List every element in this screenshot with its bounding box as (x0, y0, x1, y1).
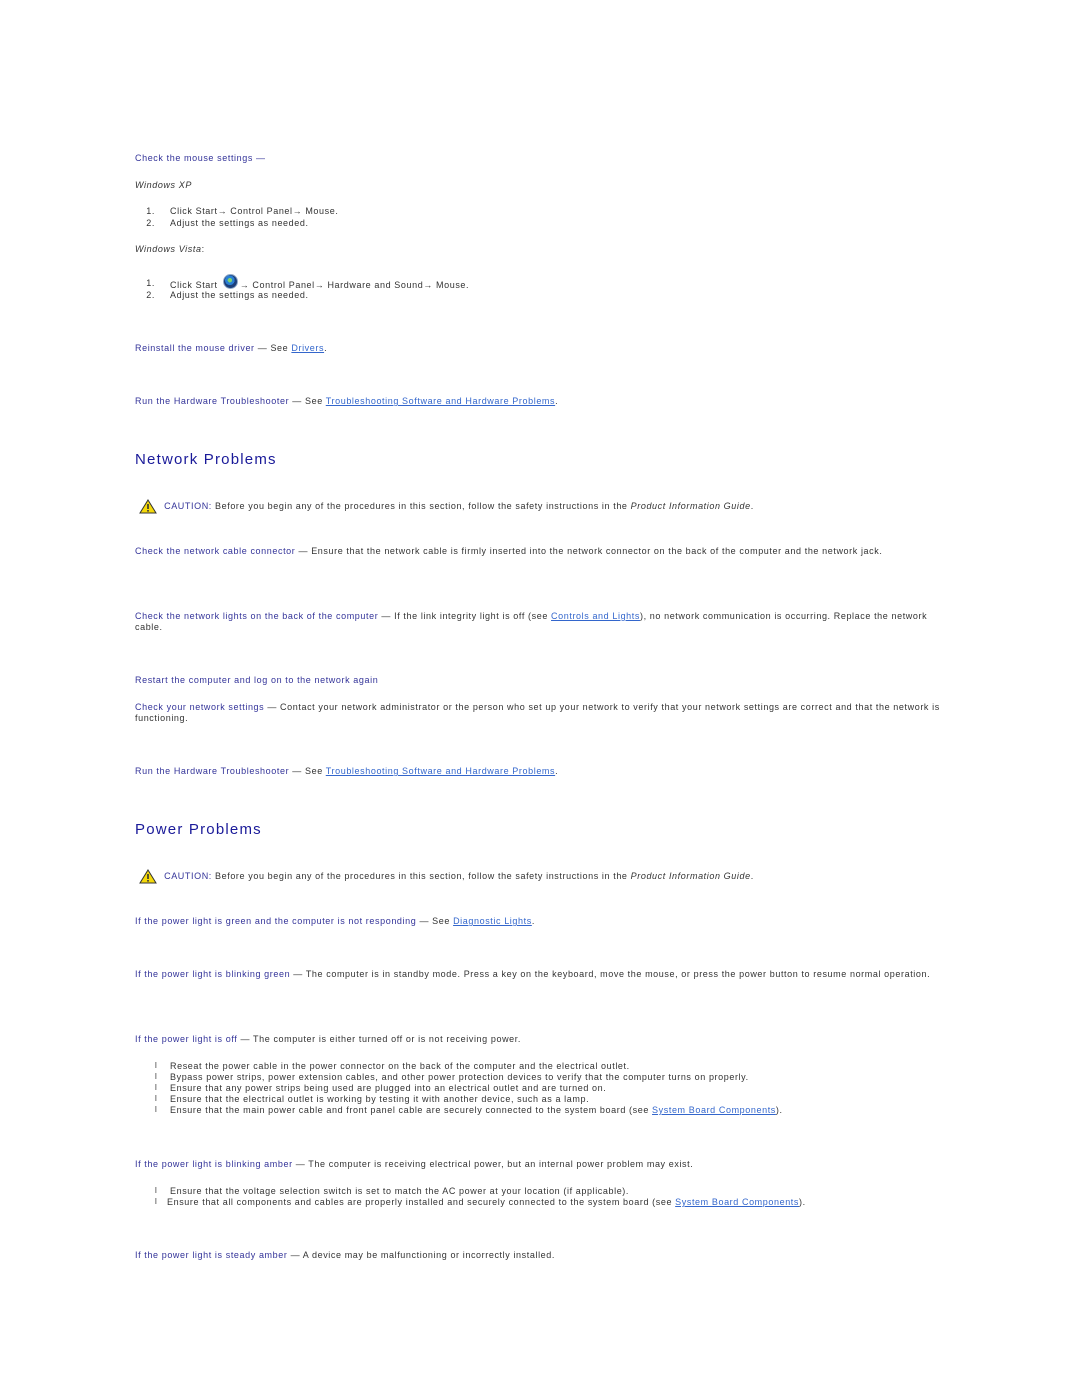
check-mouse-settings-heading: Check the mouse settings — (135, 153, 266, 163)
network-lights: Check the network lights on the back of … (135, 611, 928, 632)
windows-xp-label: Windows XP (135, 180, 192, 190)
controls-and-lights-link[interactable]: Controls and Lights (551, 611, 640, 621)
restart-network-item: Restart the computer and log on to the n… (135, 675, 379, 685)
troubleshooting-link[interactable]: Troubleshooting Software and Hardware Pr… (326, 396, 555, 406)
caution-icon (139, 499, 157, 514)
troubleshooting-link[interactable]: Troubleshooting Software and Hardware Pr… (326, 766, 555, 776)
power-blinking-green: If the power light is blinking green — T… (135, 969, 931, 979)
bullet-icon: l (155, 1105, 158, 1114)
bullet-icon: l (155, 1094, 158, 1103)
network-problems-heading: Network Problems (135, 451, 277, 468)
drivers-link[interactable]: Drivers (291, 343, 324, 353)
windows-vista-label: Windows Vista: (135, 244, 205, 254)
network-settings: Check your network settings — Contact yo… (135, 702, 940, 723)
caution-icon (139, 869, 157, 884)
power-light-off: If the power light is off — The computer… (135, 1034, 521, 1044)
reinstall-mouse-driver: Reinstall the mouse driver — See Drivers… (135, 343, 328, 353)
system-board-components-link[interactable]: System Board Components (675, 1197, 799, 1207)
bullet-icon: l (155, 1072, 158, 1081)
power-caution: CAUTION: Before you begin any of the pro… (139, 869, 754, 884)
mouse-run-troubleshooter: Run the Hardware Troubleshooter — See Tr… (135, 396, 559, 406)
bullet-icon: l (155, 1083, 158, 1092)
windows-start-orb-icon (222, 274, 238, 289)
diagnostic-lights-link[interactable]: Diagnostic Lights (453, 916, 532, 926)
bullet-icon: l (155, 1197, 158, 1206)
power-steady-amber: If the power light is steady amber — A d… (135, 1250, 555, 1260)
power-green-not-responding: If the power light is green and the comp… (135, 916, 535, 926)
power-blinking-amber: If the power light is blinking amber — T… (135, 1159, 694, 1169)
bullet-icon: l (155, 1186, 158, 1195)
network-run-troubleshooter: Run the Hardware Troubleshooter — See Tr… (135, 766, 559, 776)
network-caution: CAUTION: Before you begin any of the pro… (139, 499, 754, 514)
system-board-components-link[interactable]: System Board Components (652, 1105, 776, 1115)
network-cable-connector: Check the network cable connector — Ensu… (135, 546, 883, 556)
bullet-icon: l (155, 1061, 158, 1070)
power-problems-heading: Power Problems (135, 821, 262, 838)
